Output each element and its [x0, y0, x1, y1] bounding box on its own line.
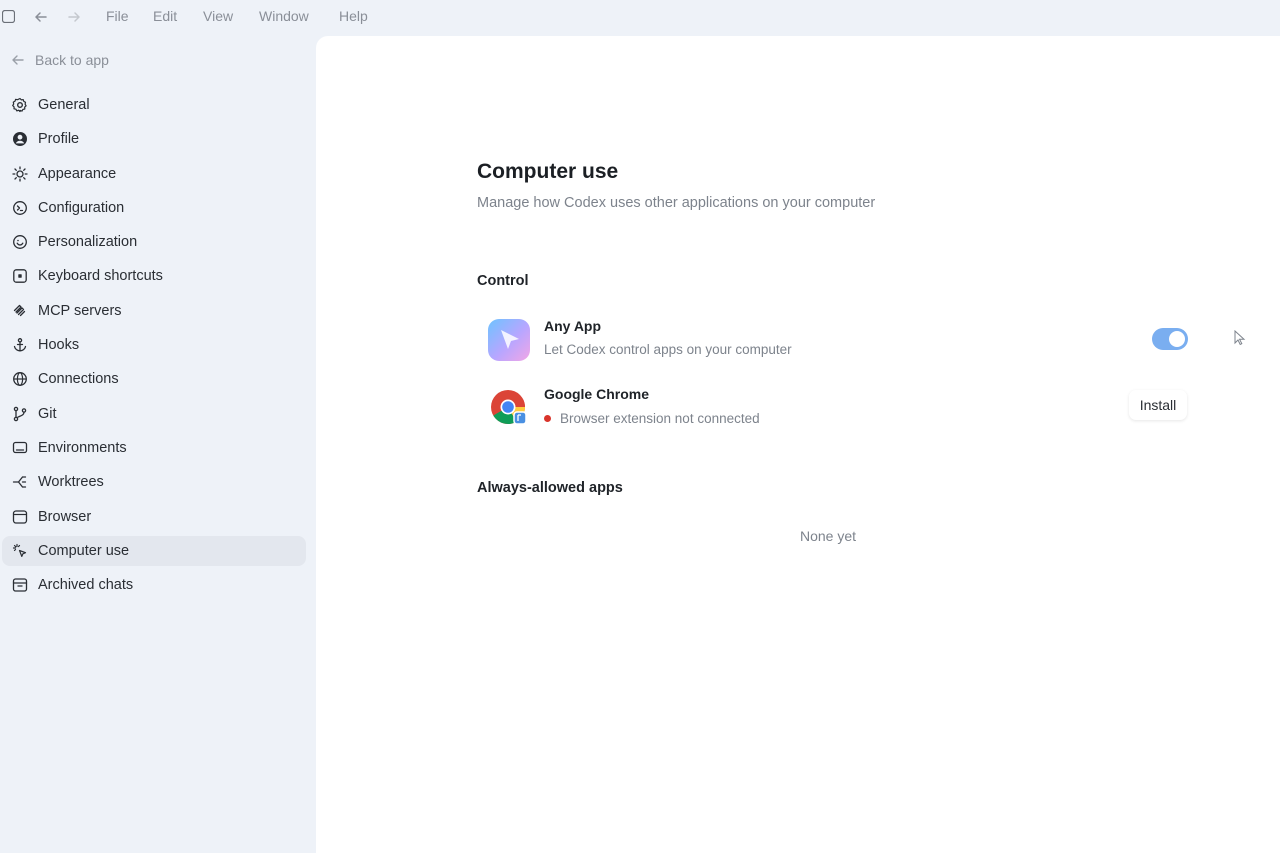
- sidebar-item-label: Hooks: [38, 337, 80, 354]
- mcp-icon: [13, 304, 26, 316]
- sidebar-item-personalization[interactable]: Personalization: [2, 227, 306, 257]
- settings-sidebar: Back to app General Profile Appearance C…: [0, 34, 314, 853]
- monitor-icon: [12, 441, 28, 454]
- sidebar-item-archived-chats[interactable]: Archived chats: [2, 570, 306, 600]
- app-row-any-app: Any App Let Codex control apps on your c…: [477, 318, 1197, 368]
- sidebar-item-label: Connections: [38, 371, 119, 388]
- config-icon: [13, 200, 27, 215]
- mouse-pointer-icon: [1234, 330, 1246, 346]
- sidebar-item-label: Configuration: [38, 199, 125, 216]
- app-row-google-chrome: Google Chrome Browser extension not conn…: [477, 386, 1197, 436]
- menu-file[interactable]: File: [106, 8, 129, 24]
- install-button[interactable]: Install: [1129, 390, 1187, 420]
- gear-icon: [12, 97, 27, 113]
- page-title: Computer use: [477, 160, 619, 183]
- sidebar-item-label: Git: [38, 405, 57, 422]
- sidebar-item-label: Browser: [38, 508, 92, 525]
- forward-arrow-icon[interactable]: [66, 9, 82, 25]
- sidebar-item-mcp-servers[interactable]: MCP servers: [2, 296, 306, 326]
- sidebar-item-general[interactable]: General: [2, 90, 306, 120]
- sidebar-item-keyboard-shortcuts[interactable]: Keyboard shortcuts: [2, 261, 306, 291]
- globe-icon: [13, 372, 27, 387]
- anchor-icon: [13, 338, 27, 352]
- menu-edit[interactable]: Edit: [153, 8, 177, 24]
- any-app-icon: [488, 319, 530, 361]
- sidebar-item-profile[interactable]: Profile: [2, 124, 306, 154]
- sidebar-item-connections[interactable]: Connections: [2, 364, 306, 394]
- sidebar-item-label: Profile: [38, 131, 80, 148]
- menu-bar: File Edit View Window Help: [0, 0, 1280, 34]
- menu-window[interactable]: Window: [259, 8, 309, 24]
- keyboard-icon: [13, 269, 27, 284]
- cursor-click-icon: [12, 543, 27, 557]
- settings-main-panel: Computer use Manage how Codex uses other…: [316, 36, 1280, 853]
- chrome-status: Browser extension not connected: [544, 411, 760, 426]
- arrow-left-icon: [12, 55, 24, 65]
- sidebar-item-appearance[interactable]: Appearance: [2, 159, 306, 189]
- page-subtitle: Manage how Codex uses other applications…: [477, 195, 876, 211]
- chrome-status-text: Browser extension not connected: [560, 411, 760, 426]
- back-to-app-link[interactable]: Back to app: [10, 52, 109, 68]
- any-app-description: Let Codex control apps on your computer: [544, 342, 792, 357]
- settings-nav: General Profile Appearance Configuration…: [0, 90, 314, 604]
- sidebar-item-label: General: [38, 97, 90, 113]
- sidebar-item-label: Environments: [38, 439, 127, 456]
- sidebar-item-label: Keyboard shortcuts: [38, 268, 163, 285]
- sidebar-toggle-icon[interactable]: [2, 10, 15, 23]
- sidebar-item-environments[interactable]: Environments: [2, 433, 306, 463]
- worktree-icon: [12, 476, 27, 488]
- user-icon: [13, 132, 27, 147]
- sidebar-item-label: Personalization: [38, 234, 138, 251]
- any-app-name: Any App: [544, 318, 602, 334]
- chrome-app-name: Google Chrome: [544, 386, 650, 402]
- back-arrow-icon[interactable]: [33, 9, 49, 25]
- sidebar-item-label: MCP servers: [38, 302, 122, 319]
- sidebar-item-browser[interactable]: Browser: [2, 502, 306, 532]
- sidebar-item-hooks[interactable]: Hooks: [2, 330, 306, 360]
- status-error-dot: [544, 415, 551, 422]
- sidebar-item-label: Archived chats: [38, 577, 134, 594]
- control-section-title: Control: [477, 273, 529, 289]
- sidebar-item-worktrees[interactable]: Worktrees: [2, 467, 306, 497]
- browser-icon: [12, 509, 28, 524]
- toggle-knob: [1169, 331, 1185, 347]
- always-allowed-empty-text: None yet: [800, 528, 857, 544]
- sidebar-item-label: Appearance: [38, 165, 117, 182]
- sidebar-item-computer-use[interactable]: Computer use: [2, 535, 306, 566]
- sidebar-item-label: Worktrees: [38, 474, 104, 491]
- git-branch-icon: [13, 406, 27, 421]
- sidebar-item-configuration[interactable]: Configuration: [2, 193, 306, 223]
- sidebar-item-label: Computer use: [38, 542, 130, 559]
- menu-view[interactable]: View: [203, 8, 233, 24]
- sidebar-item-git[interactable]: Git: [2, 399, 306, 429]
- archive-icon: [12, 578, 28, 592]
- back-to-app-label: Back to app: [35, 52, 109, 68]
- menu-help[interactable]: Help: [339, 8, 368, 24]
- sun-icon: [12, 165, 28, 182]
- always-allowed-section-title: Always-allowed apps: [477, 480, 623, 496]
- any-app-toggle[interactable]: [1152, 328, 1188, 350]
- chrome-icon: [491, 390, 527, 425]
- smile-icon: [13, 235, 27, 250]
